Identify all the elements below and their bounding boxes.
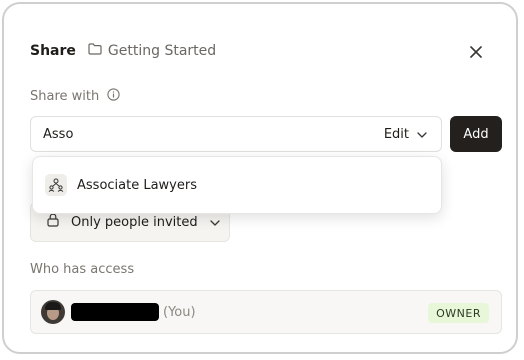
chevron-down-icon — [209, 215, 220, 230]
share-with-text: Share with — [30, 89, 100, 104]
close-icon — [470, 43, 482, 62]
add-button[interactable]: Add — [450, 116, 502, 152]
suggestion-label: Associate Lawyers — [77, 177, 197, 193]
share-input-field[interactable]: Edit — [30, 116, 442, 152]
access-control-label: Only people invited — [71, 214, 198, 230]
member-row: (You) OWNER — [30, 290, 502, 334]
permission-value: Edit — [383, 126, 409, 142]
permission-select[interactable]: Edit — [384, 117, 427, 151]
suggestion-item[interactable]: Associate Lawyers — [45, 174, 197, 196]
lock-icon — [47, 213, 59, 231]
group-icon — [45, 174, 67, 196]
who-has-access-heading: Who has access — [30, 262, 135, 277]
share-with-label: Share with — [30, 88, 120, 105]
you-label: (You) — [163, 304, 196, 320]
owner-badge: OWNER — [428, 303, 489, 323]
redacted-name — [71, 303, 159, 321]
share-dialog: Share Getting Started Share with Asso Ed… — [2, 2, 518, 354]
avatar — [41, 300, 65, 324]
breadcrumb[interactable]: Getting Started — [88, 43, 216, 59]
info-icon[interactable] — [107, 88, 120, 105]
dialog-title: Share — [30, 43, 76, 59]
share-search-input[interactable] — [43, 126, 323, 142]
suggestion-dropdown: Associate Lawyers — [32, 156, 442, 214]
close-button[interactable] — [464, 40, 488, 64]
dialog-header: Share Getting Started — [30, 40, 216, 62]
breadcrumb-folder-name: Getting Started — [107, 43, 217, 59]
folder-icon — [88, 43, 102, 59]
chevron-down-icon — [417, 127, 427, 142]
